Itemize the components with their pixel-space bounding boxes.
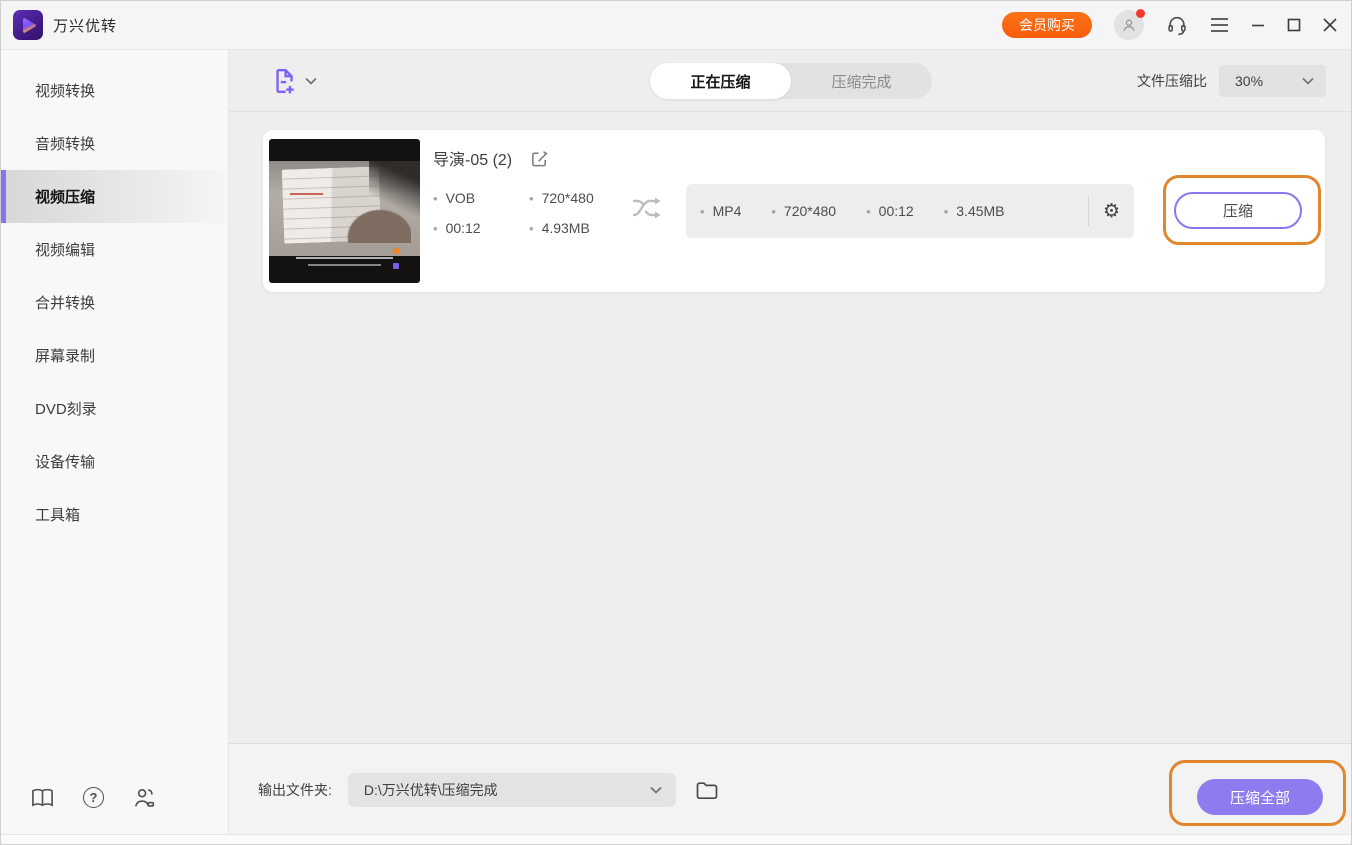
file-card: 导演-05 (2) • VOB • 720*480 • 00:12 • 4.93MB	[263, 130, 1325, 292]
open-folder-icon[interactable]	[696, 781, 718, 800]
source-duration: 00:12	[445, 220, 481, 236]
output-folder-label: 输出文件夹:	[258, 782, 332, 798]
person-icon	[1123, 19, 1135, 31]
output-size: 3.45MB	[956, 203, 1005, 219]
vip-purchase-button[interactable]: 会员购买	[1002, 12, 1092, 38]
app-window: 万兴优转 会员购买 视频转换 音频转换 视频压缩 视频编辑 合并转换 屏幕录制 …	[0, 0, 1352, 845]
bullet-icon: •	[433, 190, 438, 206]
sidebar-item-label: 工具箱	[35, 507, 81, 524]
sidebar-item-label: 视频编辑	[35, 242, 96, 259]
bullet-icon: •	[866, 203, 871, 219]
compress-button[interactable]: 压缩	[1174, 192, 1302, 229]
sidebar-item-toolbox[interactable]: 工具箱	[1, 488, 228, 541]
sidebar-item-label: 视频压缩	[35, 189, 96, 206]
source-format: VOB	[445, 190, 476, 206]
output-format: MP4	[712, 203, 742, 219]
menu-icon[interactable]	[1210, 17, 1229, 33]
titlebar: 万兴优转 会员购买	[1, 1, 1351, 49]
main-panel: 正在压缩 压缩完成 文件压缩比 30% 导演-05 (2) • VOB • 72…	[229, 49, 1351, 836]
sidebar-item-label: 音频转换	[35, 136, 96, 153]
sidebar-item-dvd-burn[interactable]: DVD刻录	[1, 382, 228, 435]
settings-gear-icon[interactable]: ⚙	[1103, 202, 1120, 221]
compression-ratio-label: 文件压缩比	[1137, 72, 1207, 89]
chevron-down-icon	[650, 786, 662, 794]
source-resolution: 720*480	[541, 190, 594, 206]
add-file-icon	[276, 68, 294, 93]
compress-tabs: 正在压缩 压缩完成	[650, 63, 932, 99]
bullet-icon: •	[700, 203, 705, 219]
sidebar-item-label: 屏幕录制	[35, 348, 96, 365]
chevron-down-icon	[305, 77, 317, 85]
sidebar-item-video-compress[interactable]: 视频压缩	[1, 170, 228, 223]
sidebar-item-label: 合并转换	[35, 295, 96, 312]
source-size: 4.93MB	[541, 220, 590, 236]
sidebar-item-label: DVD刻录	[35, 401, 97, 418]
notification-dot	[1136, 9, 1145, 18]
sidebar-item-screen-record[interactable]: 屏幕录制	[1, 329, 228, 382]
tab-completed[interactable]: 压缩完成	[791, 63, 932, 99]
compression-ratio-value: 30%	[1235, 72, 1264, 89]
compression-ratio-select[interactable]: 30%	[1219, 64, 1326, 97]
play-icon	[22, 18, 36, 33]
sidebar-item-video-edit[interactable]: 视频编辑	[1, 223, 228, 276]
footer-bar: 输出文件夹: D:\万兴优转\压缩完成 压缩全部	[229, 743, 1351, 836]
window-bottom-strip	[1, 834, 1351, 844]
sidebar-item-label: 设备传输	[35, 454, 96, 471]
app-title: 万兴优转	[53, 17, 118, 35]
bullet-icon: •	[943, 203, 949, 219]
help-icon[interactable]: ?	[83, 787, 104, 808]
rename-edit-icon[interactable]	[530, 149, 549, 168]
sidebar: 视频转换 音频转换 视频压缩 视频编辑 合并转换 屏幕录制 DVD刻录 设备传输…	[1, 49, 229, 836]
file-title: 导演-05 (2)	[433, 152, 513, 169]
add-file-button[interactable]	[271, 67, 317, 95]
sidebar-item-merge-convert[interactable]: 合并转换	[1, 276, 228, 329]
source-info: • VOB • 720*480 • 00:12 • 4.93MB	[433, 190, 594, 236]
minimize-button[interactable]	[1251, 18, 1265, 32]
close-button[interactable]	[1323, 18, 1337, 32]
sidebar-item-audio-convert[interactable]: 音频转换	[1, 117, 228, 170]
community-icon[interactable]	[133, 787, 156, 808]
output-folder-path: D:\万兴优转\压缩完成	[363, 782, 498, 798]
toolbar: 正在压缩 压缩完成 文件压缩比 30%	[229, 50, 1351, 112]
user-avatar[interactable]	[1114, 9, 1145, 40]
output-resolution: 720*480	[783, 203, 837, 219]
file-list: 导演-05 (2) • VOB • 720*480 • 00:12 • 4.93MB	[229, 112, 1351, 743]
bullet-icon: •	[433, 220, 438, 236]
sidebar-item-device-transfer[interactable]: 设备传输	[1, 435, 228, 488]
app-logo	[13, 10, 43, 40]
guide-book-icon[interactable]	[31, 788, 54, 808]
bullet-icon: •	[529, 190, 534, 206]
chevron-down-icon	[1302, 77, 1314, 85]
output-info: • MP4 • 720*480 • 00:12 • 3.45MB ⚙	[686, 184, 1134, 238]
bullet-icon: •	[771, 203, 776, 219]
divider	[1087, 196, 1089, 226]
compress-all-button[interactable]: 压缩全部	[1197, 779, 1323, 815]
video-thumbnail[interactable]	[269, 139, 420, 283]
maximize-button[interactable]	[1287, 18, 1301, 32]
tab-compressing[interactable]: 正在压缩	[650, 63, 791, 99]
output-folder-select[interactable]: D:\万兴优转\压缩完成	[347, 773, 676, 807]
bullet-icon: •	[529, 220, 534, 236]
convert-shuffle-icon	[631, 192, 665, 229]
output-duration: 00:12	[878, 203, 914, 219]
sidebar-item-video-convert[interactable]: 视频转换	[1, 64, 228, 117]
sidebar-item-label: 视频转换	[35, 83, 96, 100]
support-headset-icon[interactable]	[1166, 14, 1188, 36]
